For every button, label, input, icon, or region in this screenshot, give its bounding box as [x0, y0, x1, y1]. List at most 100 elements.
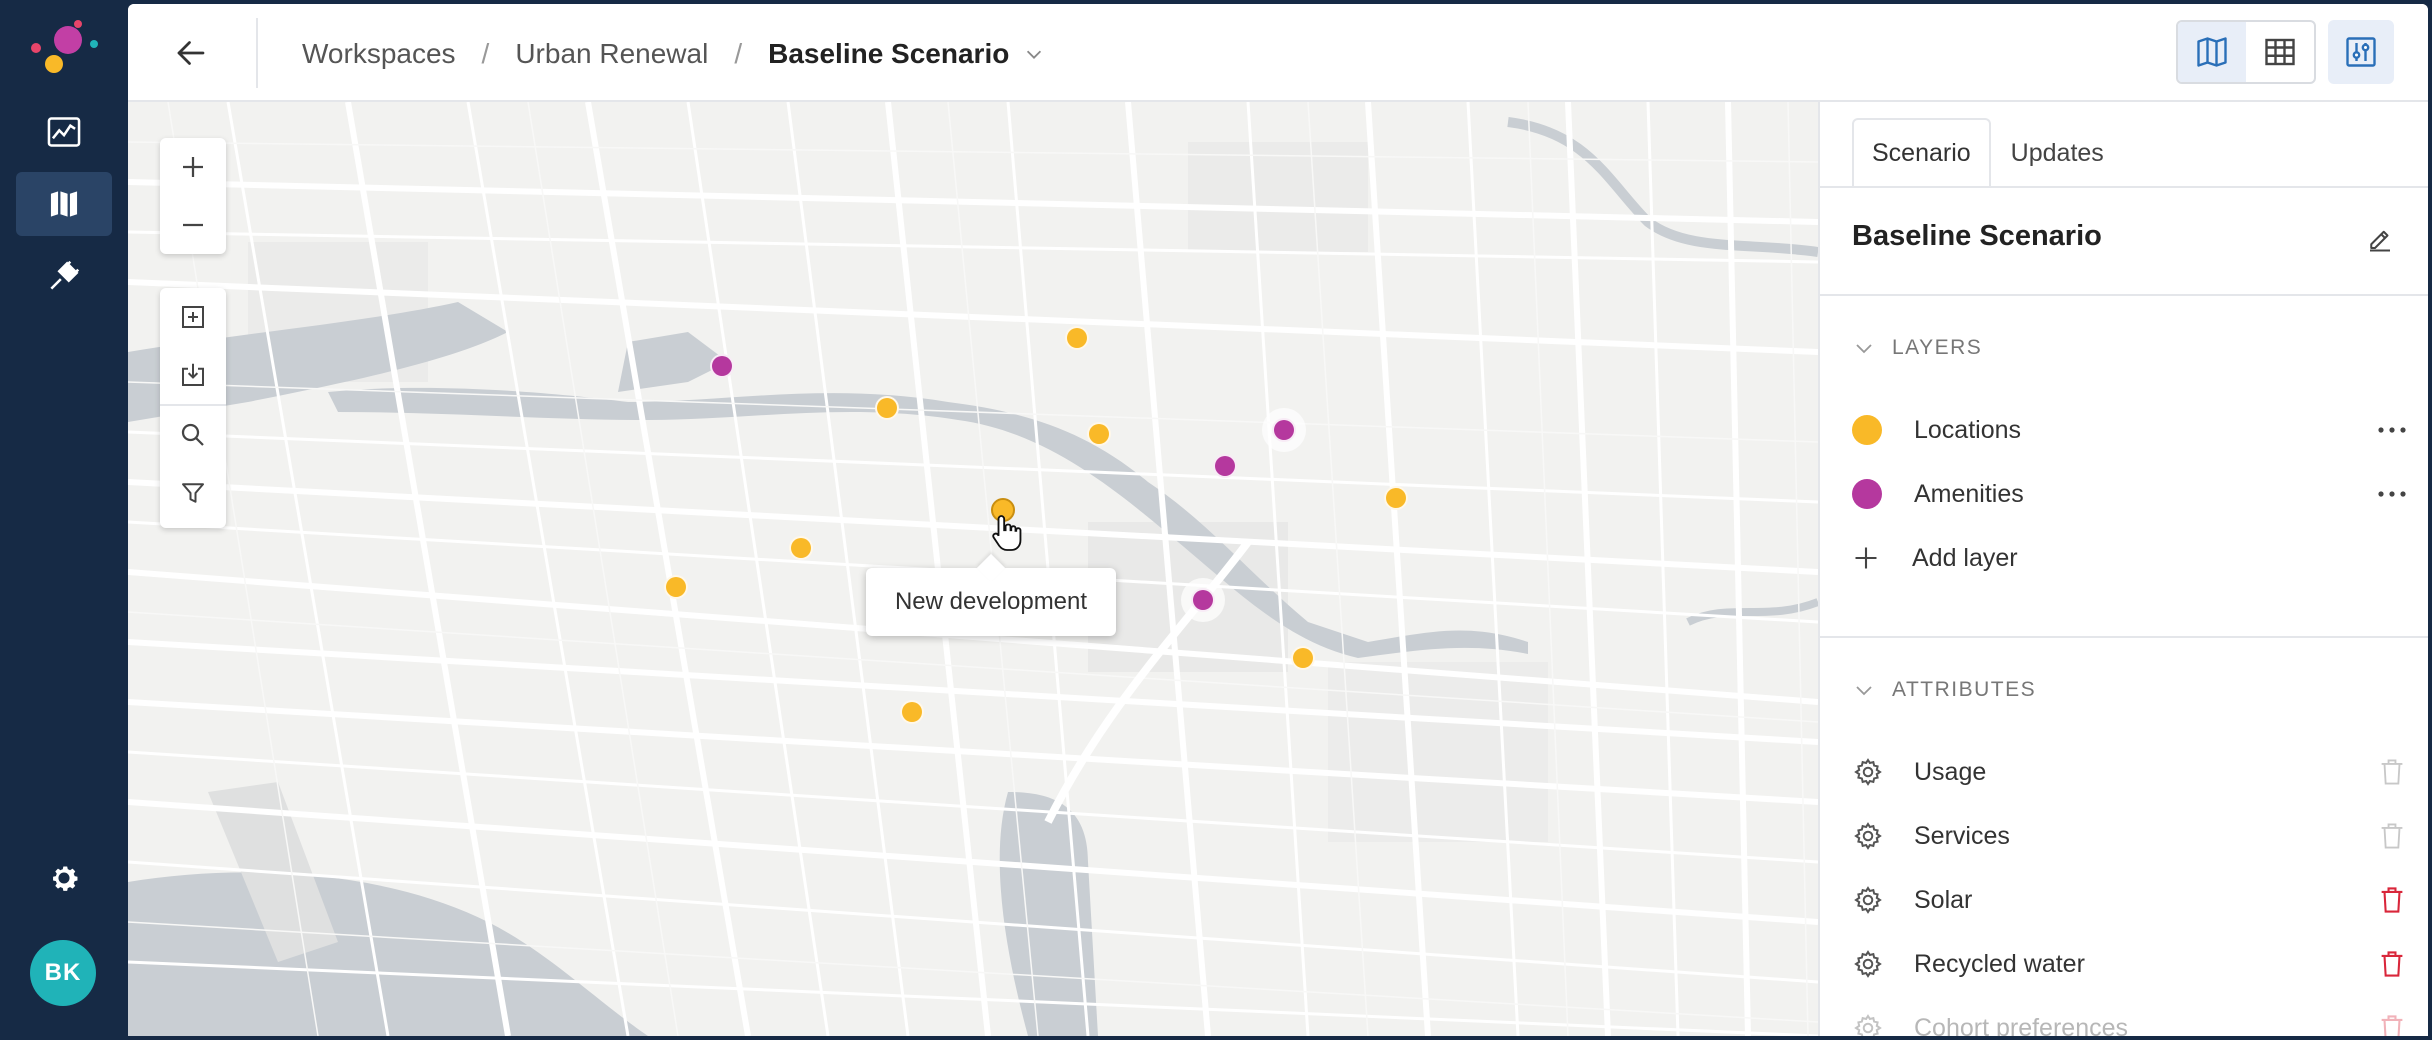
breadcrumb: Workspaces / Urban Renewal / Baseline Sc… — [302, 34, 1045, 74]
location-marker[interactable] — [789, 536, 813, 560]
zoom-in-button[interactable] — [160, 138, 226, 196]
map-view-button[interactable] — [2178, 22, 2246, 82]
delete-attribute-button-disabled — [2372, 752, 2412, 792]
breadcrumb-workspaces[interactable]: Workspaces — [302, 38, 456, 70]
top-header: Workspaces / Urban Renewal / Baseline Sc… — [128, 4, 2428, 102]
search-icon — [181, 423, 204, 446]
add-area-button[interactable] — [160, 288, 226, 346]
arrow-left-icon — [177, 41, 205, 65]
chevron-down-icon — [1856, 686, 1872, 696]
gear-icon — [1854, 758, 1882, 786]
map-tools — [160, 288, 226, 528]
attribute-row-usage[interactable]: Usage — [1852, 747, 2412, 797]
rail-item-settings[interactable] — [16, 846, 112, 910]
layer-row-amenities[interactable]: Amenities — [1852, 469, 2412, 519]
chevron-down-icon — [1856, 344, 1872, 354]
map-icon — [48, 188, 80, 220]
panel-tabs: Scenario Updates — [1852, 118, 2124, 186]
attributes-heading: ATTRIBUTES — [1892, 678, 2037, 701]
chevron-down-icon[interactable] — [1023, 43, 1045, 65]
amenity-marker[interactable] — [1272, 418, 1296, 442]
add-area-icon — [182, 306, 204, 328]
breadcrumb-separator: / — [481, 38, 490, 69]
tab-updates[interactable]: Updates — [1991, 118, 2124, 186]
table-view-icon — [2265, 38, 2295, 66]
breadcrumb-separator: / — [734, 38, 743, 69]
location-marker[interactable] — [1065, 326, 1089, 350]
header-divider — [256, 18, 258, 88]
brand-logo-icon[interactable] — [22, 18, 106, 88]
gear-icon — [1854, 950, 1882, 978]
location-marker[interactable] — [1384, 486, 1408, 510]
more-horizontal-icon — [2378, 427, 2406, 433]
toggle-settings-panel-button[interactable] — [2328, 20, 2394, 84]
layer-more-button[interactable] — [2372, 474, 2412, 514]
view-mode-toggle — [2176, 20, 2316, 84]
filter-icon — [182, 483, 204, 503]
plus-icon — [1855, 547, 1877, 569]
zoom-controls — [160, 138, 226, 254]
main-frame: Workspaces / Urban Renewal / Baseline Sc… — [128, 4, 2428, 1036]
location-marker[interactable] — [664, 575, 688, 599]
rail-item-map[interactable] — [16, 172, 112, 236]
import-button[interactable] — [160, 346, 226, 404]
layer-name: Amenities — [1914, 479, 2024, 508]
zoom-out-button[interactable] — [160, 196, 226, 254]
edit-scenario-button[interactable] — [2360, 218, 2400, 258]
attributes-section-toggle[interactable]: ATTRIBUTES — [1852, 675, 2036, 705]
gear-icon — [1854, 886, 1882, 914]
layer-more-button[interactable] — [2372, 410, 2412, 450]
location-marker[interactable] — [875, 396, 899, 420]
hand-pointer-cursor-icon — [992, 515, 1022, 551]
delete-attribute-button[interactable] — [2372, 1008, 2412, 1036]
delete-attribute-button[interactable] — [2372, 880, 2412, 920]
pencil-icon — [2370, 230, 2390, 252]
attribute-name: Cohort preferences — [1914, 1013, 2129, 1037]
layer-color-swatch — [1852, 479, 1882, 509]
breadcrumb-current-scenario[interactable]: Baseline Scenario — [768, 38, 1009, 70]
app-window: BK Workspaces / Urban Renewal / Baseline… — [0, 0, 2432, 1040]
back-button[interactable] — [168, 30, 214, 76]
map-canvas[interactable]: New development — [128, 102, 1818, 1036]
gear-icon — [1854, 822, 1882, 850]
amenity-marker[interactable] — [710, 354, 734, 378]
delete-attribute-button[interactable] — [2372, 944, 2412, 984]
attribute-row-recycled-water[interactable]: Recycled water — [1852, 939, 2412, 989]
layer-row-locations[interactable]: Locations — [1852, 405, 2412, 455]
attribute-name: Recycled water — [1914, 949, 2085, 978]
attribute-row-services[interactable]: Services — [1852, 811, 2412, 861]
location-marker[interactable] — [900, 700, 924, 724]
layers-heading: LAYERS — [1892, 336, 1983, 359]
table-view-button[interactable] — [2246, 22, 2314, 82]
trend-chart-icon — [47, 117, 81, 147]
sliders-icon — [2346, 37, 2376, 67]
trash-icon — [2381, 1015, 2403, 1036]
breadcrumb-urban-renewal[interactable]: Urban Renewal — [515, 38, 708, 70]
attribute-row-solar[interactable]: Solar — [1852, 875, 2412, 925]
layer-name: Locations — [1914, 415, 2022, 444]
location-marker[interactable] — [1087, 422, 1111, 446]
trash-icon — [2381, 759, 2403, 785]
user-avatar[interactable]: BK — [30, 940, 96, 1006]
scenario-side-panel: Scenario Updates Baseline Scenario LAYER… — [1818, 102, 2428, 1036]
scenario-title: Baseline Scenario — [1852, 220, 2102, 252]
location-marker[interactable] — [1291, 646, 1315, 670]
more-horizontal-icon — [2378, 491, 2406, 497]
layers-section-toggle[interactable]: LAYERS — [1852, 333, 1982, 363]
tab-scenario[interactable]: Scenario — [1852, 118, 1991, 186]
import-icon — [182, 363, 204, 386]
gear-icon — [1854, 1014, 1882, 1036]
left-nav-rail: BK — [0, 0, 126, 1040]
attribute-row-cohort-preferences[interactable]: Cohort preferences — [1852, 1003, 2412, 1036]
gear-icon — [53, 866, 78, 891]
rail-item-analytics[interactable] — [16, 100, 112, 164]
amenity-marker[interactable] — [1191, 588, 1215, 612]
tabs-divider — [1820, 186, 2428, 188]
map-search-button[interactable] — [160, 406, 226, 464]
attribute-name: Usage — [1914, 757, 1987, 786]
rail-item-integrations[interactable] — [16, 244, 112, 308]
map-filter-button[interactable] — [160, 464, 226, 522]
plug-icon — [50, 260, 80, 290]
add-layer-button[interactable]: Add layer — [1852, 533, 2018, 583]
amenity-marker[interactable] — [1213, 454, 1237, 478]
